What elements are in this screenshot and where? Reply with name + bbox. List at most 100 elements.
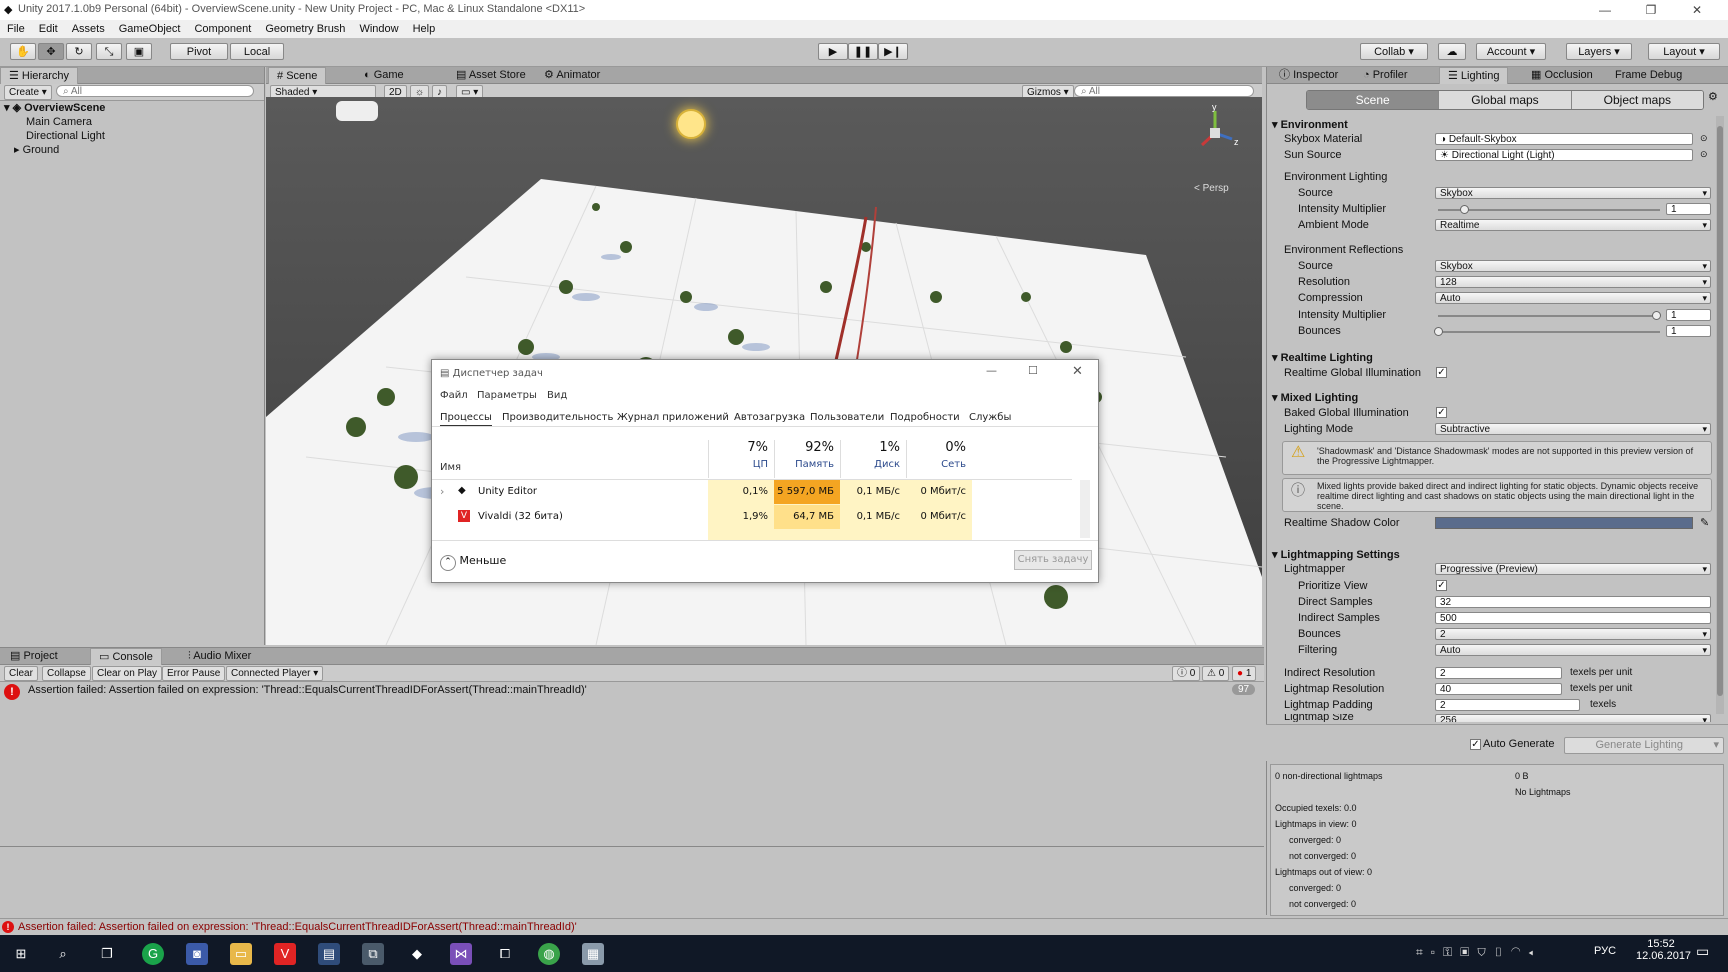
tab-hierarchy[interactable]: ☰ Hierarchy [0,67,78,84]
compression-dropdown[interactable]: Auto [1435,292,1711,304]
local-toggle[interactable]: Local [230,43,284,60]
indirect-samples-field[interactable]: 500 [1435,612,1711,624]
subtab-object-maps[interactable]: Object maps [1570,91,1703,109]
orientation-gizmo[interactable]: y z [1190,102,1240,161]
intensity-slider-track[interactable] [1438,209,1660,211]
cloud-icon[interactable]: ☁ [1438,43,1466,60]
console-clear-on-play-button[interactable]: Clear on Play [92,666,163,681]
scene-root[interactable]: ▾ ◈ OverviewScene [4,101,260,115]
console-error-pause-button[interactable]: Error Pause [162,666,226,681]
console-splitter[interactable] [0,846,1264,847]
menu-geometry-brush[interactable]: Geometry Brush [258,20,352,38]
create-button[interactable]: Create ▾ [4,85,52,100]
console-connected-player-dropdown[interactable]: Connected Player ▾ [226,666,324,681]
tray-icons[interactable]: ⌗▫⚿▣⛉▯◠◂ [1416,945,1541,960]
tm-cpu-header[interactable]: 7% ЦП [708,440,774,478]
visual-studio-icon[interactable]: ⋈ [450,943,472,965]
tm-fewer-details-button[interactable]: ⌃ Меньше [440,554,506,571]
hierarchy-item-directional-light[interactable]: Directional Light [26,129,105,143]
task-view-icon[interactable]: ❐ [96,943,118,965]
globe-app-icon[interactable]: ◍ [538,943,560,965]
hierarchy-search-input[interactable]: ⌕ All [56,85,254,97]
layers-dropdown[interactable]: Layers ▾ [1566,43,1632,60]
panel-settings-gear-icon[interactable]: ⚙ [1708,90,1718,103]
app-icon[interactable]: ◙ [186,943,208,965]
console-error-filter[interactable]: ● 1 [1232,666,1257,681]
tm-tab-services[interactable]: Службы [969,412,1011,423]
auto-generate-checkbox[interactable]: ✓ [1470,739,1481,750]
minimize-button[interactable]: — [1582,0,1628,20]
menu-component[interactable]: Component [187,20,258,38]
grammarly-icon[interactable]: G [142,943,164,965]
console-log-entry[interactable]: ! Assertion failed: Assertion failed on … [0,682,1264,702]
tab-asset-store[interactable]: ▤ Asset Store [448,67,534,83]
subtab-global-maps[interactable]: Global maps [1438,91,1571,109]
environment-header[interactable]: ▾ Environment [1272,118,1348,131]
tm-process-row[interactable]: V Vivaldi (32 бита) 1,9% 64,7 МБ 0,1 МБ/… [432,505,1072,529]
tm-tab-processes[interactable]: Процессы [440,412,492,427]
tm-tab-users[interactable]: Пользователи [810,412,884,423]
intensity-field[interactable]: 1 [1666,203,1711,215]
clock[interactable]: 15:52 12.06.2017 [1636,938,1691,962]
console-info-filter[interactable]: ⓘ 0 [1172,666,1201,681]
mixed-lighting-header[interactable]: ▾ Mixed Lighting [1272,391,1358,404]
account-dropdown[interactable]: Account ▾ [1476,43,1546,60]
menu-assets[interactable]: Assets [65,20,112,38]
eyedropper-icon[interactable]: ✎ [1700,516,1709,529]
tab-console[interactable]: ▭ Console [90,648,162,665]
menu-gameobject[interactable]: GameObject [112,20,188,38]
status-bar[interactable]: ! Assertion failed: Assertion failed on … [0,918,1728,936]
persp-label[interactable]: < Persp [1194,183,1229,194]
close-button[interactable]: ✕ [1674,0,1720,20]
step-button[interactable]: ▶❙ [878,43,908,60]
console-collapse-button[interactable]: Collapse [42,666,91,681]
menu-edit[interactable]: Edit [32,20,65,38]
tm-name-header[interactable]: Имя [440,462,461,473]
skybox-material-field[interactable]: ◑ Default-Skybox [1435,133,1693,145]
tm-maximize-button[interactable]: ☐ [1028,364,1038,377]
copy-app-icon[interactable]: ⧠ [494,943,516,965]
pause-button[interactable]: ❚❚ [848,43,878,60]
refl-bounces-slider-knob[interactable] [1434,327,1443,336]
realtime-lighting-header[interactable]: ▾ Realtime Lighting [1272,351,1373,364]
console-warning-filter[interactable]: ⚠ 0 [1202,666,1230,681]
tm-net-header[interactable]: 0% Сеть [906,440,972,478]
lighting-scrollbar[interactable] [1716,116,1724,714]
sun-source-field[interactable]: ☀ Directional Light (Light) [1435,149,1693,161]
tm-scrollbar[interactable] [1080,480,1090,538]
lightmapping-header[interactable]: ▾ Lightmapping Settings [1272,548,1400,561]
tm-mem-header[interactable]: 92% Память [774,440,840,478]
collab-dropdown[interactable]: Collab ▾ [1360,43,1428,60]
menu-help[interactable]: Help [406,20,443,38]
play-button[interactable]: ▶ [818,43,848,60]
search-icon[interactable]: ⌕ [52,943,74,965]
notifications-icon[interactable]: ▭ [1696,943,1709,960]
realtime-gi-checkbox[interactable]: ✓ [1436,367,1447,378]
refl-intensity-slider-track[interactable] [1438,315,1660,317]
refl-bounces-field[interactable]: 1 [1666,325,1711,337]
resolution-dropdown[interactable]: 128 [1435,276,1711,288]
refl-intensity-slider-knob[interactable] [1652,311,1661,320]
tm-disk-header[interactable]: 1% Диск [840,440,906,478]
tab-profiler[interactable]: ◔ Profiler [1355,67,1416,83]
hierarchy-item-ground[interactable]: ▸ Ground [14,143,59,157]
lightmap-padding-field[interactable]: 2 [1435,699,1580,711]
shadow-color-swatch[interactable] [1435,517,1693,529]
tab-lighting[interactable]: ☰ Lighting [1439,67,1509,84]
directional-light-sun-icon[interactable] [676,109,706,139]
tm-tab-app-history[interactable]: Журнал приложений [617,412,729,423]
baked-gi-checkbox[interactable]: ✓ [1436,407,1447,418]
ambient-mode-dropdown[interactable]: Realtime [1435,219,1711,231]
tm-process-row[interactable]: › ◆ Unity Editor 0,1% 5 597,0 МБ 0,1 МБ/… [432,480,1072,504]
tab-game[interactable]: ◐ Game [356,67,412,83]
intensity-slider-knob[interactable] [1460,205,1469,214]
tab-audio-mixer[interactable]: ⫶ Audio Mixer [180,648,259,664]
lighting-mode-dropdown[interactable]: Subtractive [1435,423,1711,435]
refl-source-dropdown[interactable]: Skybox [1435,260,1711,272]
tab-inspector[interactable]: ⓘ Inspector [1271,67,1346,83]
hand-tool-icon[interactable]: ✋ [10,43,36,60]
layout-dropdown[interactable]: Layout ▾ [1648,43,1720,60]
lightmapper-dropdown[interactable]: Progressive (Preview) [1435,563,1711,575]
direct-samples-field[interactable]: 32 [1435,596,1711,608]
tm-menu-file[interactable]: Файл [440,390,468,401]
